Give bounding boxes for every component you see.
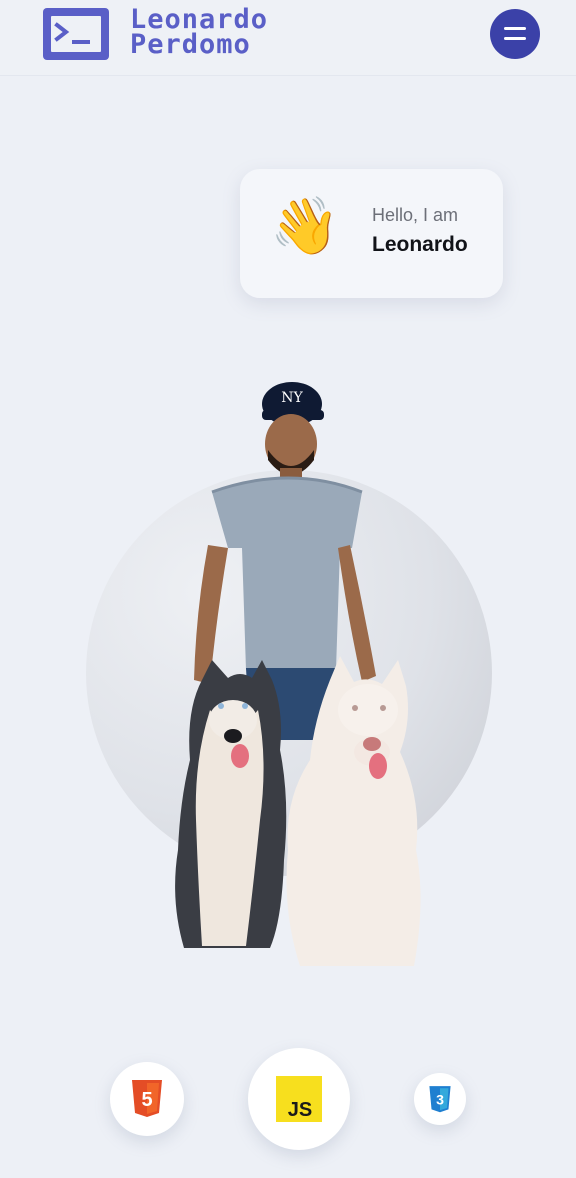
html5-badge[interactable]: 5 <box>110 1062 184 1136</box>
logo-text[interactable]: Leonardo Perdomo <box>130 6 268 60</box>
svg-text:NY: NY <box>281 390 303 406</box>
logo-line-2: Perdomo <box>130 29 251 60</box>
waving-hand-icon: 👋 <box>270 194 340 259</box>
greeting-text: Hello, I am <box>372 205 459 225</box>
hamburger-icon-bar <box>504 37 526 40</box>
javascript-icon: JS <box>276 1076 322 1122</box>
greeting-card: 👋 Hello, I am Leonardo <box>240 169 503 298</box>
svg-text:3: 3 <box>436 1091 444 1107</box>
header: Leonardo Perdomo <box>0 0 576 76</box>
svg-text:JS: JS <box>288 1099 312 1121</box>
javascript-badge[interactable]: JS <box>248 1048 350 1150</box>
css3-icon: 3 <box>429 1086 451 1113</box>
svg-text:5: 5 <box>141 1089 152 1111</box>
hamburger-icon <box>504 27 526 30</box>
css3-badge[interactable]: 3 <box>414 1073 466 1125</box>
html5-icon: 5 <box>132 1080 162 1117</box>
hero-name: Leonardo <box>372 233 468 256</box>
terminal-icon[interactable] <box>43 8 109 60</box>
profile-photo: NY <box>175 382 421 966</box>
menu-button[interactable] <box>490 9 540 59</box>
